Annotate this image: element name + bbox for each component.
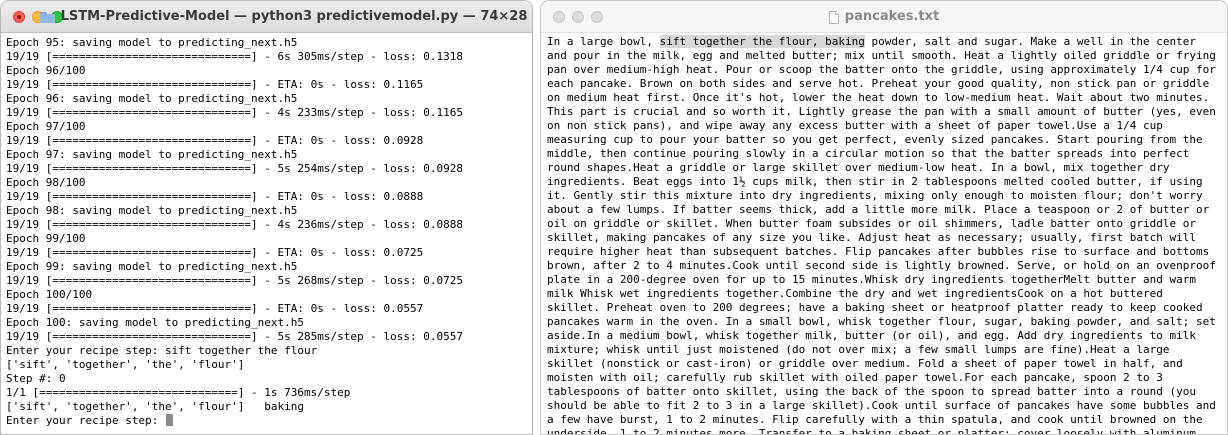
terminal-title: LSTM-Predictive-Model — python3 predicti… xyxy=(1,1,532,33)
terminal-line: 19/19 [==============================] -… xyxy=(6,330,463,343)
text-line: milk Whisk wet ingredients together.Comb… xyxy=(547,287,1163,300)
terminal-line: Epoch 100: saving model to predicting_ne… xyxy=(6,316,305,329)
text-line: mixture; whisk until just moistened (do … xyxy=(547,343,1170,356)
editor-title-text: pancakes.txt xyxy=(844,9,940,24)
terminal-prompt-line[interactable]: Enter your recipe step: xyxy=(6,414,532,428)
terminal-window: LSTM-Predictive-Model — python3 predicti… xyxy=(0,0,533,435)
terminal-line: Epoch 100/100 xyxy=(6,288,93,301)
text-line: middle, then continue pouring slowly in … xyxy=(547,147,1190,160)
text-line: skillet (nonstick or cast-iron) or gridd… xyxy=(547,357,1183,370)
text-line: pancakes warm in the oven. In a small bo… xyxy=(547,315,1216,328)
text-line: on non stick pans), and wipe away any ex… xyxy=(547,119,1163,132)
text-line: skillet, making pancakes of any size you… xyxy=(547,231,1197,244)
terminal-output[interactable]: Epoch 95: saving model to predicting_nex… xyxy=(1,33,532,428)
text-line: on medium heat first. Once it's hot, low… xyxy=(547,91,1210,104)
terminal-line: Epoch 98: saving model to predicting_nex… xyxy=(6,204,298,217)
terminal-line: 19/19 [==============================] -… xyxy=(6,134,424,147)
folder-icon xyxy=(39,11,55,23)
text-line: brown, after 2 to 4 minutes.Cook until s… xyxy=(547,259,1216,272)
terminal-line: Step #: 0 xyxy=(6,372,66,385)
text-line: pan over medium-high heat. Pour or scoop… xyxy=(547,63,1216,76)
terminal-line: 19/19 [==============================] -… xyxy=(6,106,463,119)
text-line: a few have burst, 1 to 2 minutes. Flip c… xyxy=(547,413,1203,426)
text-cursor xyxy=(165,414,173,426)
terminal-line: Epoch 96/100 xyxy=(6,64,86,77)
terminal-line: Epoch 96: saving model to predicting_nex… xyxy=(6,92,298,105)
text-line: round shapes.Heat a griddle or large ski… xyxy=(547,161,1170,174)
terminal-line: 19/19 [==============================] -… xyxy=(6,162,463,175)
editor-title: pancakes.txt xyxy=(541,1,1227,33)
terminal-line: 19/19 [==============================] -… xyxy=(6,274,463,287)
text-editor-window: pancakes.txt In a large bowl, sift toget… xyxy=(540,0,1228,435)
text-line: require higher heat than subsequent batc… xyxy=(547,245,1210,258)
terminal-line: 1/1 [==============================] - 1… xyxy=(6,386,351,399)
editor-titlebar[interactable]: pancakes.txt xyxy=(541,1,1227,33)
text-line: oil on griddle or skillet. When butter f… xyxy=(547,217,1197,230)
terminal-line: Epoch 95: saving model to predicting_nex… xyxy=(6,36,298,49)
text-line: This part is crucial and so worth it. Li… xyxy=(547,105,1216,118)
text-line: it. Gently stir this mixture into dry in… xyxy=(547,189,1203,202)
text-line: aside.In a medium bowl, whisk together m… xyxy=(547,329,1197,342)
terminal-line: 19/19 [==============================] -… xyxy=(6,246,424,259)
terminal-line: Epoch 97/100 xyxy=(6,120,86,133)
text-line: moisten with oil; carefully rub skillet … xyxy=(547,371,1163,384)
terminal-line: 19/19 [==============================] -… xyxy=(6,78,424,91)
terminal-line: Enter your recipe step: sift together th… xyxy=(6,344,318,357)
terminal-line: Epoch 98/100 xyxy=(6,176,86,189)
terminal-line: 19/19 [==============================] -… xyxy=(6,190,424,203)
terminal-line: ['sift', 'together', 'the', 'flour'] bak… xyxy=(6,400,305,413)
terminal-line: 19/19 [==============================] -… xyxy=(6,302,424,315)
text-line: ingredients. Beat eggs into 1½ cups milk… xyxy=(547,175,1203,188)
text-line: measuring cup to pour your batter so you… xyxy=(547,133,1203,146)
terminal-titlebar[interactable]: LSTM-Predictive-Model — python3 predicti… xyxy=(1,1,532,33)
text-line: about a few lumps. If batter seems thick… xyxy=(547,203,1210,216)
text-line: underside, 1 to 2 minutes more. Transfer… xyxy=(547,427,1197,435)
terminal-title-text: LSTM-Predictive-Model — python3 predicti… xyxy=(60,9,528,24)
terminal-line: Epoch 99: saving model to predicting_nex… xyxy=(6,260,298,273)
selected-text: sift together the flour, baking xyxy=(659,35,865,48)
text-line: skillet. Preheat oven to 200 degrees; ha… xyxy=(547,301,1203,314)
prompt-text: Enter your recipe step: xyxy=(6,414,165,427)
text-line: tablespoons of batter onto skillet, usin… xyxy=(547,385,1197,398)
terminal-line: Epoch 99/100 xyxy=(6,232,86,245)
terminal-line: 19/19 [==============================] -… xyxy=(6,218,463,231)
text-line: should be able to fit 2 to 3 in a large … xyxy=(547,399,1216,412)
document-icon xyxy=(828,10,839,24)
text-line: each pancake. Brown on both sides and se… xyxy=(547,77,1210,90)
text-line: In a large bowl, sift together the flour… xyxy=(547,35,1217,49)
terminal-line: 19/19 [==============================] -… xyxy=(6,50,463,63)
text-line: and pour in the milk, egg and melted but… xyxy=(547,49,1216,62)
text-content-area[interactable]: In a large bowl, sift together the flour… xyxy=(541,33,1227,435)
text-fragment: In a large bowl, xyxy=(547,35,660,48)
terminal-line: ['sift', 'together', 'the', 'flour'] xyxy=(6,358,245,371)
terminal-line: Epoch 97: saving model to predicting_nex… xyxy=(6,148,298,161)
text-line: plate in a 200-degree oven for up to 15 … xyxy=(547,273,1197,286)
text-fragment: powder, salt and sugar. Make a well in t… xyxy=(864,35,1197,48)
